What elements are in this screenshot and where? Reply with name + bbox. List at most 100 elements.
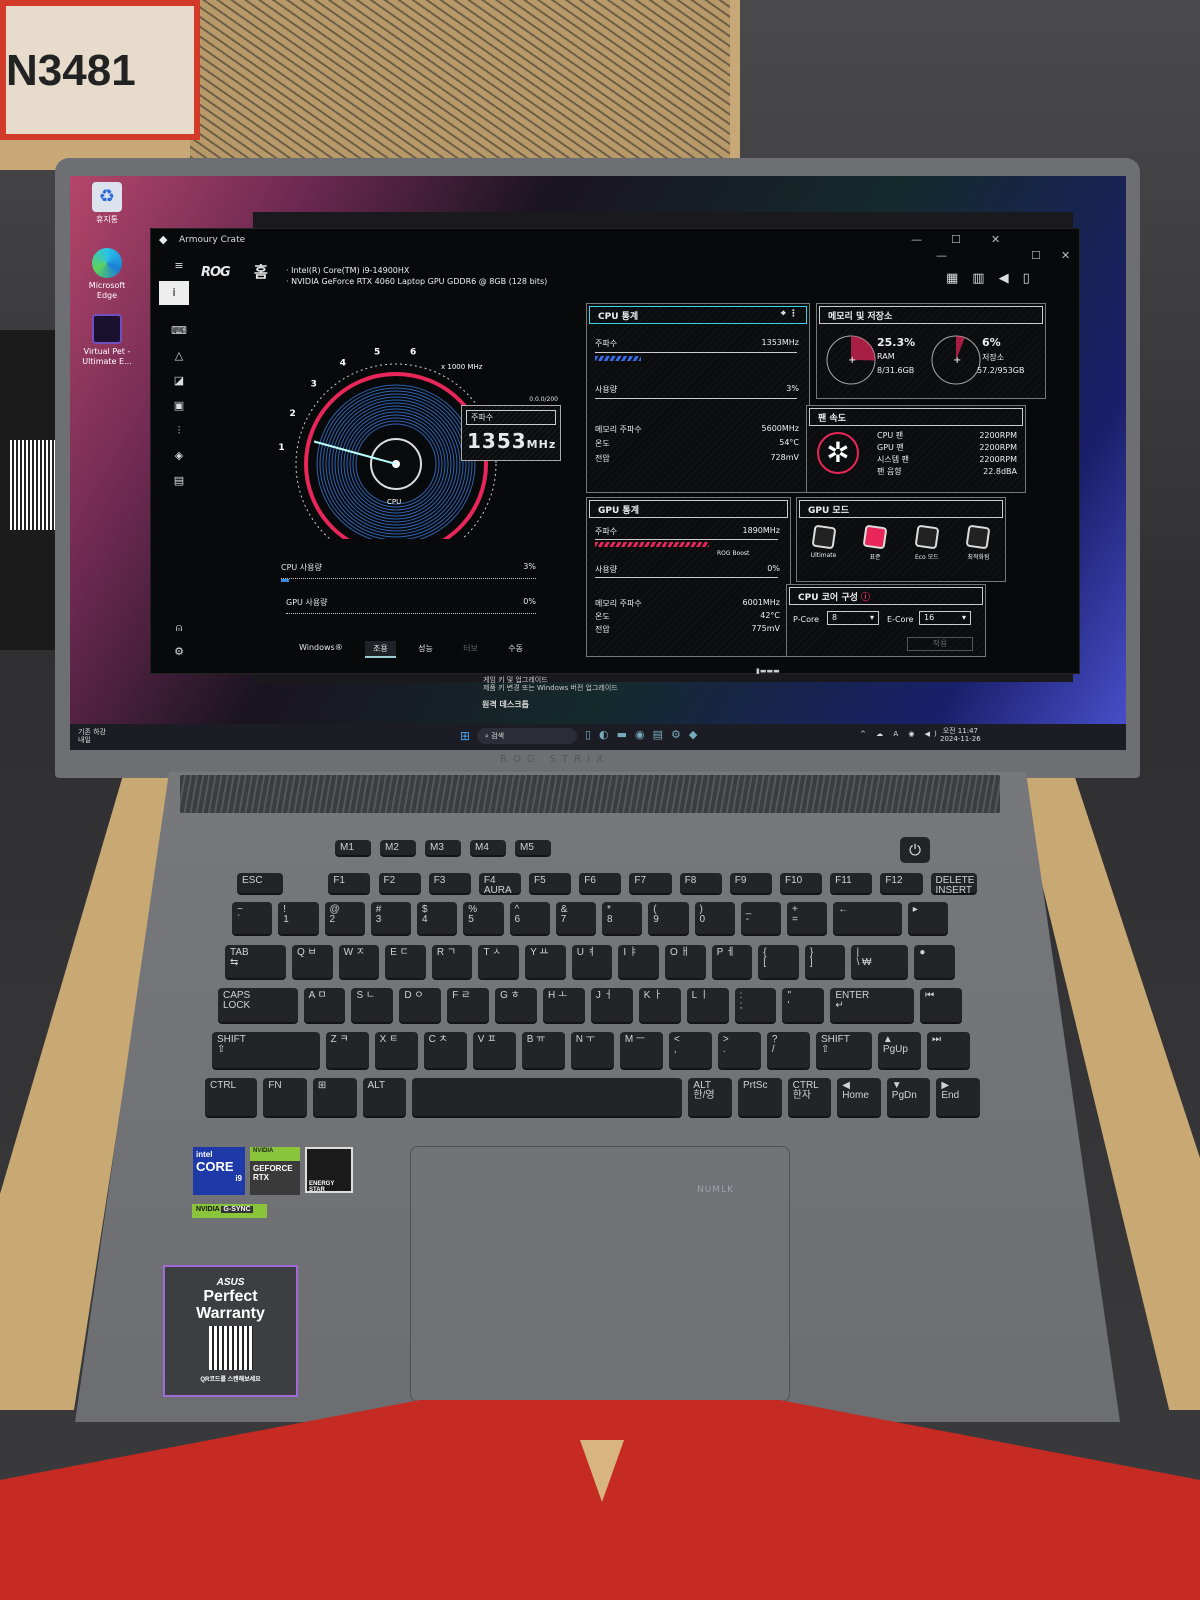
info-icon[interactable]: ⓘ	[861, 593, 870, 603]
maximize-button[interactable]: ☐	[951, 233, 961, 246]
ecore-select[interactable]: 16 ▾	[919, 611, 971, 625]
gpu-mode-option[interactable]: 최적화됨	[956, 524, 1001, 561]
key[interactable]: Z ㅋ	[325, 1032, 369, 1068]
key[interactable]: L ㅣ	[686, 988, 729, 1022]
key[interactable]: F2	[378, 873, 421, 893]
page-indicator[interactable]: ▮▬▬▬	[756, 667, 780, 675]
power-button[interactable]: ⏻	[900, 837, 930, 863]
settings-item-remote-desktop[interactable]: 원격 데스크톱	[482, 699, 529, 710]
key[interactable]: F1	[328, 873, 371, 893]
desktop-icon-edge[interactable]: Microsoft Edge	[82, 248, 132, 301]
key[interactable]: D ㅇ	[399, 988, 442, 1022]
key[interactable]: F7	[629, 873, 672, 893]
key[interactable]: R ㄱ	[431, 945, 473, 978]
key[interactable]: F3	[428, 873, 471, 893]
aura-icon[interactable]: △	[171, 349, 187, 363]
key[interactable]: Y ㅛ	[525, 945, 566, 978]
key[interactable]: C ㅊ	[423, 1032, 467, 1068]
mode-tab[interactable]: 수동	[500, 641, 531, 658]
card-icon[interactable]: ▤	[171, 474, 187, 488]
key[interactable]: ALT 한/영	[688, 1078, 732, 1116]
key[interactable]: ^ 6	[509, 902, 550, 934]
key[interactable]: < ,	[668, 1032, 712, 1068]
minimize-button[interactable]: —	[911, 233, 922, 246]
key[interactable]: P ㅔ	[711, 945, 753, 978]
key[interactable]: V ㅍ	[472, 1032, 516, 1068]
mode-tab[interactable]: Windows®	[291, 641, 351, 658]
settings-item-keys[interactable]: 게임 키 및 업그레이드 제품 키 변경 또는 Windows 버전 업그레이드	[483, 676, 618, 692]
key[interactable]: F5	[529, 873, 572, 893]
key[interactable]: ⏮	[920, 988, 962, 1022]
key[interactable]: F11	[830, 873, 873, 893]
key[interactable]: ▼ PgDn	[886, 1078, 931, 1116]
maximize-button[interactable]: ☐	[1031, 249, 1041, 262]
key[interactable]: ALT	[362, 1078, 407, 1116]
key[interactable]: I ㅑ	[618, 945, 659, 978]
key[interactable]: F4 AURA	[478, 873, 522, 893]
key[interactable]: : ;	[734, 988, 777, 1022]
touchpad[interactable]: NUMLK	[410, 1146, 790, 1402]
close-button[interactable]: ✕	[1061, 249, 1070, 262]
key[interactable]: SHIFT ⇧	[212, 1032, 320, 1068]
key[interactable]: W ㅈ	[338, 945, 380, 978]
clock[interactable]: 오전 11:47 2024-11-26	[940, 727, 981, 743]
key[interactable]: TAB ⇆	[225, 945, 286, 978]
key[interactable]: F10	[779, 873, 823, 893]
key[interactable]: ( 9	[648, 902, 689, 934]
key[interactable]: $ 4	[417, 902, 458, 934]
mode-tab[interactable]: 터보	[455, 641, 486, 658]
key[interactable]: S ㄴ	[351, 988, 394, 1022]
key[interactable]: ENTER ↵	[830, 988, 915, 1022]
mode-tab[interactable]: 성능	[410, 641, 441, 658]
key[interactable]: > .	[717, 1032, 761, 1068]
menu-icon[interactable]: ≡	[171, 259, 187, 273]
taskbar-search[interactable]: ⌕ 검색	[477, 728, 577, 744]
key[interactable]: CTRL 한자	[787, 1078, 832, 1116]
key[interactable]: M4	[470, 840, 506, 855]
key[interactable]: CTRL	[205, 1078, 258, 1116]
key[interactable]: M5	[515, 840, 551, 855]
key[interactable]: SHIFT ⇧	[815, 1032, 872, 1068]
key[interactable]: % 5	[463, 902, 504, 934]
keyboard-icon[interactable]: ⌨	[171, 324, 187, 338]
pcore-select[interactable]: 8 ▾	[827, 611, 879, 625]
key[interactable]: G ㅎ	[495, 988, 537, 1022]
key[interactable]: ▸	[907, 902, 948, 934]
key[interactable]: DELETE INSERT	[930, 873, 977, 893]
key[interactable]: M3	[425, 840, 461, 855]
key[interactable]: } ]	[804, 945, 846, 978]
key[interactable]: ●	[914, 945, 955, 978]
minimize-button[interactable]: —	[936, 249, 947, 262]
key[interactable]: @ 2	[324, 902, 365, 934]
key[interactable]: K ㅏ	[638, 988, 681, 1022]
start-button[interactable]: ⊞	[460, 729, 470, 743]
key[interactable]: N ㅜ	[570, 1032, 614, 1068]
scenario-icon[interactable]: ◪	[171, 374, 187, 388]
key[interactable]: F12	[880, 873, 923, 893]
weather-widget[interactable]: 기존 하강 내일	[78, 728, 106, 744]
key[interactable]: O ㅐ	[664, 945, 706, 978]
info-icon[interactable]: i	[159, 281, 189, 305]
toolbar-icons[interactable]: ▦▥◀▯	[946, 271, 1044, 286]
key[interactable]: X ㅌ	[374, 1032, 418, 1068]
mode-tab[interactable]: 조용	[365, 641, 396, 658]
gamevisual-icon[interactable]: ▣	[171, 399, 187, 413]
key[interactable]: + =	[787, 902, 828, 934]
key[interactable]: ←	[833, 902, 902, 934]
numpad-toggle-label[interactable]: NUMLK	[697, 1185, 734, 1195]
key[interactable]: " '	[782, 988, 825, 1022]
key[interactable]: F6	[579, 873, 622, 893]
apply-button[interactable]: 적용	[907, 637, 973, 651]
key[interactable]: F9	[729, 873, 772, 893]
key[interactable]: M2	[380, 840, 416, 855]
key[interactable]: | \ ₩	[851, 945, 909, 978]
key[interactable]: H ㅗ	[543, 988, 585, 1022]
key[interactable]: T ㅅ	[478, 945, 520, 978]
key[interactable]: & 7	[555, 902, 597, 934]
key[interactable]: U ㅕ	[571, 945, 613, 978]
key[interactable]: B ㅠ	[521, 1032, 565, 1068]
key[interactable]: ▲ PgUp	[877, 1032, 921, 1068]
key[interactable]: ) 0	[694, 902, 735, 934]
key[interactable]	[412, 1078, 683, 1116]
sliders-icon[interactable]: ⫶	[171, 424, 187, 438]
